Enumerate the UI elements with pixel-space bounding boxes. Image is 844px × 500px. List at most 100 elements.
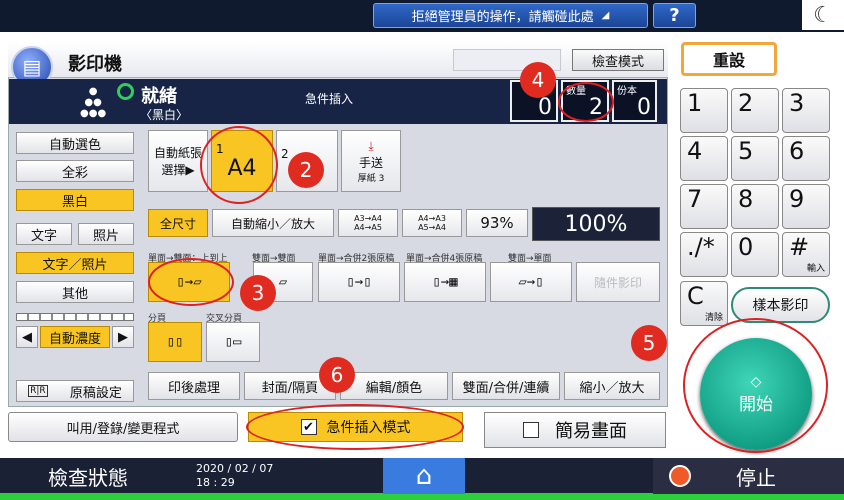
- tab-finishing[interactable]: 印後處理: [148, 372, 240, 400]
- auto-density-button[interactable]: 自動濃度: [40, 326, 110, 348]
- key-7[interactable]: 7: [680, 184, 728, 229]
- energy-saver-moon-icon[interactable]: ☾: [802, 0, 844, 30]
- original-orientation-icon: R|R: [28, 385, 48, 397]
- annotation-marker: 6: [319, 357, 355, 393]
- preset-93-button[interactable]: 93%: [466, 209, 528, 237]
- text-mode-button[interactable]: 文字: [16, 223, 72, 245]
- interrupt-status-label: 急件插入: [305, 92, 354, 106]
- combine-2-button[interactable]: ▯→▯: [318, 262, 400, 302]
- simple-screen-checkbox[interactable]: [523, 422, 539, 438]
- density-scale: [16, 313, 134, 321]
- bypass-arrow-icon: ⤓: [368, 138, 374, 153]
- other-mode-button[interactable]: 其他: [16, 281, 134, 303]
- full-size-button[interactable]: 全尺寸: [148, 209, 208, 237]
- datetime-display: 2020 / 02 / 07 18 : 29: [196, 462, 273, 490]
- admin-message: 拒絕管理員的操作，請觸碰此處: [411, 10, 594, 25]
- counter-value: 0: [637, 95, 651, 120]
- key-8[interactable]: 8: [731, 184, 779, 229]
- counter-copies: 份本 0: [612, 80, 657, 122]
- two-to-two-sided-icon: ▱: [278, 274, 288, 290]
- black-white-button[interactable]: 黑白: [16, 189, 134, 211]
- key-4[interactable]: 4: [680, 136, 728, 181]
- ready-indicator-icon: [117, 83, 134, 100]
- enter-sub-label: 輸入: [806, 264, 825, 274]
- key-dot-star[interactable]: ./*: [680, 232, 728, 277]
- annotation-ring: [683, 318, 828, 453]
- reset-button[interactable]: 重設: [681, 42, 777, 76]
- annotation-ring: [200, 126, 278, 204]
- a4-to-a3-button[interactable]: A4→A3 A5→A4: [402, 209, 462, 237]
- home-button[interactable]: ⌂: [383, 458, 465, 494]
- rotate-sort-icon: ▯▭: [224, 334, 242, 350]
- counter-value: 0: [538, 95, 552, 120]
- photo-mode-button[interactable]: 照片: [78, 223, 134, 245]
- rotate-sort-button[interactable]: ▯▭: [206, 322, 260, 362]
- auto-paper-select-button[interactable]: 自動紙張選擇▶: [148, 130, 208, 192]
- bypass-label: 手送: [358, 155, 383, 170]
- key-9[interactable]: 9: [782, 184, 830, 229]
- annotation-marker: 4: [520, 62, 556, 98]
- recall-program-button[interactable]: 叫用/登錄/變更程式: [8, 412, 238, 442]
- time-text: 18 : 29: [196, 476, 235, 489]
- check-mode-button[interactable]: 檢查模式: [572, 49, 664, 71]
- check-status-button[interactable]: 檢查狀態: [48, 462, 128, 491]
- status-strip: [0, 493, 844, 500]
- annotation-marker: 2: [288, 152, 324, 188]
- auto-paper-label: 自動紙張選擇▶: [153, 146, 202, 177]
- key-6[interactable]: 6: [782, 136, 830, 181]
- key-hash-label: #: [789, 233, 810, 261]
- key-1[interactable]: 1: [680, 88, 728, 133]
- key-5[interactable]: 5: [731, 136, 779, 181]
- stop-button[interactable]: 停止: [653, 458, 844, 494]
- annotation-ring: [558, 82, 614, 122]
- text-photo-mode-button[interactable]: 文字／照片: [16, 252, 134, 274]
- bypass-sub-label: 厚紙 3: [357, 173, 385, 184]
- simple-screen-label: 簡易畫面: [555, 421, 627, 442]
- status-text: 就緒: [141, 86, 177, 107]
- key-2[interactable]: 2: [731, 88, 779, 133]
- density-decrease-button[interactable]: ◀: [16, 326, 38, 348]
- tab-edit-color[interactable]: 編輯/顏色: [340, 372, 448, 400]
- app-title: 影印機: [68, 54, 122, 75]
- toner-icon: ● ●● ●●●: [80, 86, 107, 119]
- key-clear[interactable]: C 清除: [680, 281, 728, 326]
- tray-number: 2: [281, 147, 289, 161]
- original-settings-button[interactable]: R|R 原稿設定: [16, 380, 134, 402]
- key-3[interactable]: 3: [782, 88, 830, 133]
- full-color-button[interactable]: 全彩: [16, 160, 134, 182]
- a3-to-a4-button[interactable]: A3→A4 A4→A5: [338, 209, 398, 237]
- two-to-one-sided-icon: ▱→▯: [518, 274, 544, 290]
- annotation-marker: 3: [240, 275, 276, 311]
- key-hash-enter[interactable]: # 輸入: [782, 232, 830, 277]
- combine-2-icon: ▯→▯: [346, 274, 372, 290]
- stop-label: 停止: [736, 465, 776, 490]
- clear-sub-label: 清除: [704, 313, 723, 323]
- auto-color-button[interactable]: 自動選色: [16, 132, 134, 154]
- original-settings-label: 原稿設定: [69, 385, 122, 401]
- annotation-marker: 5: [631, 325, 667, 361]
- key-0[interactable]: 0: [731, 232, 779, 277]
- color-mode-text: 〈黑白〉: [140, 108, 189, 122]
- simple-screen-button[interactable]: 簡易畫面: [484, 412, 666, 448]
- home-icon: ⌂: [415, 461, 433, 491]
- sort-icon: ▯▯: [166, 334, 184, 350]
- bypass-tray-button[interactable]: ⤓ 手送厚紙 3: [341, 130, 401, 192]
- annotation-ring: [246, 404, 464, 450]
- tab-reduce-enlarge[interactable]: 縮小／放大: [564, 372, 660, 400]
- two-to-one-sided-button[interactable]: ▱→▯: [490, 262, 572, 302]
- ratio-display[interactable]: 100%: [532, 207, 660, 241]
- density-increase-button[interactable]: ▶: [112, 326, 134, 348]
- auto-reduce-enlarge-button[interactable]: 自動縮小／放大: [212, 209, 334, 237]
- sort-button[interactable]: ▯▯: [148, 322, 202, 362]
- combine-4-button[interactable]: ▯→▦: [404, 262, 486, 302]
- disabled-copy-button: 隨件影印: [576, 262, 660, 302]
- admin-operation-button[interactable]: 拒絕管理員的操作，請觸碰此處 ◢: [373, 3, 648, 28]
- help-button[interactable]: ?: [653, 3, 696, 28]
- counter-label: 份本: [617, 86, 637, 97]
- tab-duplex-combine[interactable]: 雙面/合併/連續: [452, 372, 560, 400]
- annotation-ring: [148, 258, 234, 306]
- stop-icon: [669, 465, 691, 487]
- caret-down-icon: ◢: [601, 10, 610, 21]
- date-text: 2020 / 02 / 07: [196, 462, 274, 475]
- clear-label: C: [687, 282, 704, 310]
